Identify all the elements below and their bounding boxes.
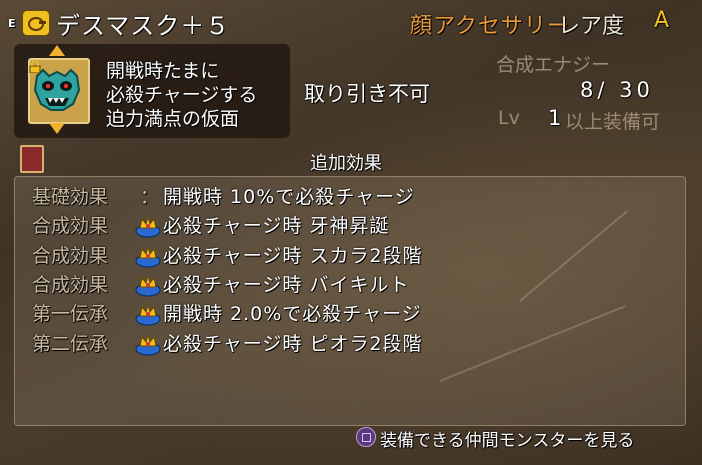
effect-separator: ： [140, 186, 160, 208]
level-value: 1 [548, 106, 562, 130]
effect-text: 開戦時 10%で必殺チャージ [163, 186, 415, 208]
rarity-value: A [654, 8, 670, 33]
book-icon[interactable] [20, 145, 44, 173]
effects-section-title: 追加効果 [310, 153, 382, 174]
death-mask-icon [33, 68, 81, 111]
item-name: デスマスク＋５ [56, 12, 231, 40]
previous-item-arrow-icon[interactable] [49, 45, 65, 56]
description-line: 迫力満点の仮面 [106, 108, 240, 130]
item-category: 顔アクセサリー [410, 14, 570, 39]
accessory-icon [22, 10, 50, 36]
square-button-icon[interactable] [356, 427, 376, 447]
crown-badge-icon [135, 303, 161, 326]
lock-icon [29, 61, 41, 73]
crown-badge-icon [135, 215, 161, 238]
description-line: 必殺チャージする [106, 84, 258, 106]
crown-badge-icon [135, 333, 161, 356]
equipped-marker: E [8, 17, 16, 30]
crown-badge-icon [135, 245, 161, 268]
effect-text: 開戦時 2.0%で必殺チャージ [163, 303, 422, 325]
effect-label: 第一伝承 [32, 303, 109, 325]
energy-value: 8/ 30 [580, 78, 654, 102]
effect-label: 基礎効果 [32, 186, 109, 208]
level-requirement-suffix: 以上装備可 [565, 111, 661, 133]
view-monsters-button[interactable]: 装備できる仲間モンスターを見る [380, 426, 634, 451]
level-label: Lv [498, 107, 520, 129]
energy-label: 合成エナジー [496, 54, 611, 76]
effect-label: 合成効果 [32, 245, 109, 267]
effect-label: 合成効果 [32, 274, 109, 296]
effect-text: 必殺チャージ時 ピオラ2段階 [163, 333, 423, 355]
effect-text: 必殺チャージ時 バイキルト [163, 274, 410, 296]
effect-text: 必殺チャージ時 スカラ2段階 [163, 245, 423, 267]
trade-status: 取り引き不可 [304, 82, 430, 106]
effect-text: 必殺チャージ時 牙神昇誕 [163, 215, 390, 237]
crown-badge-icon [135, 274, 161, 297]
description-line: 開戦時たまに [106, 60, 220, 82]
rarity-label: レア度 [558, 14, 625, 39]
effect-label: 合成効果 [32, 215, 109, 237]
next-item-arrow-icon[interactable] [49, 123, 65, 134]
effect-label: 第二伝承 [32, 333, 109, 355]
